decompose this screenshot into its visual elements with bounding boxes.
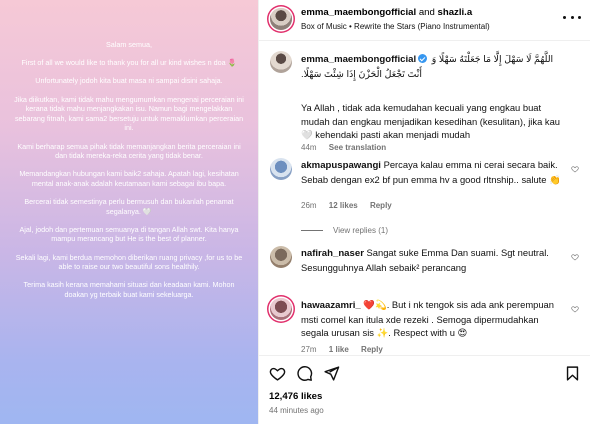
author-avatar[interactable] <box>270 8 292 30</box>
caption-header: emma_maembongofficial اللَّهُمَّ لَا سَه… <box>301 52 565 80</box>
music-label[interactable]: Box of Music • Rewrite the Stars (Piano … <box>301 22 490 31</box>
post-image: Salam semua, First of all we would like … <box>0 0 258 424</box>
post-footer: 12,476 likes 44 minutes ago <box>259 355 590 424</box>
comment-likes[interactable]: 1 like <box>329 345 349 354</box>
comment-username[interactable]: nafirah_naser <box>301 248 364 259</box>
post-paragraph: First of all we would like to thank you … <box>21 58 237 68</box>
instagram-post-modal: Salam semua, First of all we would like … <box>0 0 590 424</box>
post-paragraph: Bercerai tidak semestinya perlu bermusuh… <box>24 197 234 216</box>
comment-text: akmapuspawangi Percaya kalau emma ni cer… <box>301 158 565 186</box>
view-replies-label: View replies (1) <box>333 226 388 235</box>
avatar[interactable] <box>270 246 292 268</box>
collaborator-username[interactable]: shazli.a <box>438 7 473 18</box>
reply-button[interactable]: Reply <box>370 201 392 210</box>
post-paragraph: Sekali lagi, kami berdua memohon diberik… <box>15 252 243 272</box>
comment-text: nafirah_naser Sangat suke Emma Dan suami… <box>301 246 565 274</box>
share-icon[interactable] <box>323 365 340 382</box>
verified-badge-icon <box>418 54 428 63</box>
comment-age: 26m <box>301 201 317 210</box>
post-paragraph: Kami berharap semua pihak tidak memanjan… <box>17 141 241 161</box>
post-time: 44 minutes ago <box>269 406 324 415</box>
comments-list[interactable]: emma_maembongofficial اللَّهُمَّ لَا سَه… <box>259 41 590 355</box>
post-paragraph: Ajal, jodoh dan pertemuan semuanya di ta… <box>19 224 239 244</box>
comment-age: 27m <box>301 345 317 354</box>
comment-username[interactable]: hawaazamri_ <box>301 300 361 311</box>
comment-likes[interactable]: 12 likes <box>329 201 358 210</box>
reply-button[interactable]: Reply <box>361 345 383 354</box>
replies-divider <box>301 230 323 231</box>
post-side-panel: emma_maembongofficial and shazli.a Box o… <box>258 0 590 424</box>
post-paragraph: Memandangkan hubungan kami baik2 sahaja.… <box>19 169 239 188</box>
comment-meta: 26m 12 likes Reply <box>301 201 392 210</box>
post-paragraph: Terima kasih kerana memahami situasi dan… <box>23 280 235 300</box>
avatar[interactable] <box>270 298 292 320</box>
view-replies-button[interactable]: View replies (1) <box>301 226 388 235</box>
authors-and: and <box>416 7 438 18</box>
post-image-text: Salam semua, First of all we would like … <box>14 40 244 308</box>
see-translation-link[interactable]: See translation <box>329 143 386 152</box>
post-paragraph: Jika diikutkan, kami tidak mahu mengumum… <box>14 94 244 133</box>
more-options-icon[interactable] <box>563 10 581 24</box>
avatar[interactable] <box>270 51 292 73</box>
comment-icon[interactable] <box>296 365 313 382</box>
comment-username[interactable]: akmapuspawangi <box>301 160 381 171</box>
like-comment-heart-icon[interactable] <box>571 305 579 313</box>
caption-text: Ya Allah , tidak ada kemudahan kecuali y… <box>301 102 561 141</box>
heart-icon[interactable] <box>269 365 286 382</box>
like-comment-heart-icon[interactable] <box>571 165 579 173</box>
caption-meta: 44m See translation <box>301 143 386 152</box>
likes-count[interactable]: 12,476 likes <box>269 391 322 402</box>
post-header: emma_maembongofficial and shazli.a Box o… <box>259 0 590 41</box>
caption-username[interactable]: emma_maembongofficial <box>301 54 416 65</box>
comment-text: hawaazamri_ ❤️💫. But i nk tengok sis ada… <box>301 298 565 340</box>
action-bar <box>259 356 590 390</box>
bookmark-icon[interactable] <box>564 365 581 382</box>
comment-meta: 27m 1 like Reply <box>301 345 383 354</box>
post-paragraph: Salam semua, <box>106 40 152 49</box>
post-authors: emma_maembongofficial and shazli.a <box>301 7 472 18</box>
author-username[interactable]: emma_maembongofficial <box>301 7 416 18</box>
like-comment-heart-icon[interactable] <box>571 253 579 261</box>
post-paragraph: Unfortunately jodoh kita buat masa ni sa… <box>35 76 223 86</box>
avatar[interactable] <box>270 158 292 180</box>
caption-age: 44m <box>301 143 317 152</box>
